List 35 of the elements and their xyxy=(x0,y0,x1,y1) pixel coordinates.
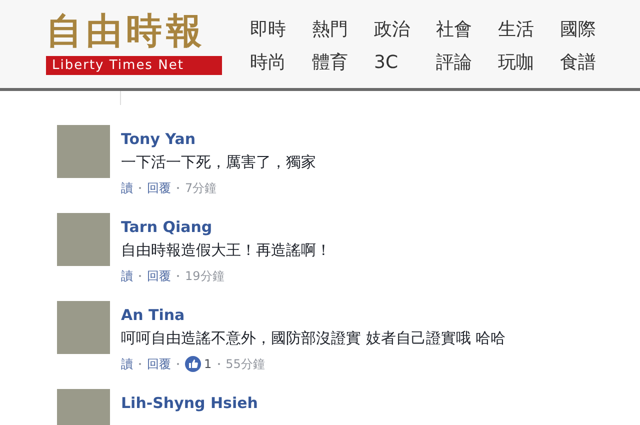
thumbs-up-icon xyxy=(185,356,201,372)
nav-link[interactable]: 政治 xyxy=(374,17,436,42)
nav-link[interactable]: 熱門 xyxy=(312,17,374,42)
avatar-photo-placeholder xyxy=(57,301,110,354)
reply-link[interactable]: 回覆 xyxy=(147,267,171,285)
comment-text: 一下活一下死，厲害了，獨家 xyxy=(121,152,316,173)
logo-title: 自由時報 xyxy=(46,9,207,54)
commenter-name[interactable]: Tony Yan xyxy=(121,129,316,149)
comment-time: 7分鐘 xyxy=(185,180,217,197)
nav-link[interactable]: 玩咖 xyxy=(498,50,560,75)
nav-link[interactable]: 即時 xyxy=(250,17,312,42)
nav-link[interactable]: 3C xyxy=(374,50,436,75)
commenter-name[interactable]: An Tina xyxy=(121,305,506,325)
reaction-count: 1 xyxy=(204,356,212,373)
avatar-photo-placeholder xyxy=(57,125,110,178)
avatar-photo-placeholder xyxy=(57,213,110,266)
comment-time: 19分鐘 xyxy=(185,268,224,285)
logo-subtitle: Liberty Times Net xyxy=(46,56,222,75)
commenter-name[interactable]: Tarn Qiang xyxy=(121,217,331,237)
nav-link[interactable]: 時尚 xyxy=(250,50,312,75)
comment-time: 55分鐘 xyxy=(226,356,265,373)
nav-link[interactable]: 生活 xyxy=(498,17,560,42)
nav-link[interactable]: 社會 xyxy=(436,17,498,42)
nav-link[interactable]: 食譜 xyxy=(560,50,622,75)
reply-link[interactable]: 回覆 xyxy=(147,179,171,197)
comment-text: 呵呵自由造謠不意外，國防部沒證實 妓者自己證實哦 哈哈 xyxy=(121,328,506,349)
like-link[interactable]: 讀 xyxy=(121,267,133,285)
reply-link[interactable]: 回覆 xyxy=(147,355,171,373)
like-link[interactable]: 讀 xyxy=(121,179,133,197)
nav-link[interactable]: 評論 xyxy=(436,50,498,75)
commenter-name[interactable]: Lih-Shyng Hsieh xyxy=(121,393,258,413)
comment-text: 自由時報造假大王！再造謠啊！ xyxy=(121,240,331,261)
like-link[interactable]: 讀 xyxy=(121,355,133,373)
nav-link[interactable]: 體育 xyxy=(312,50,374,75)
nav-link[interactable]: 國際 xyxy=(560,17,622,42)
